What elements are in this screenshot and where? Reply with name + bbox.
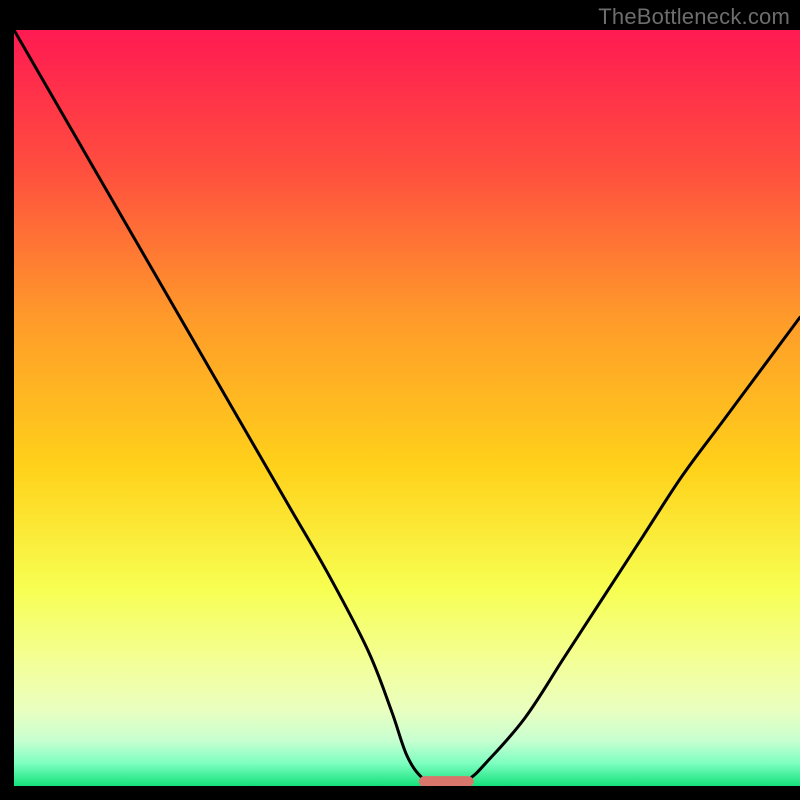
- optimal-range-marker: [419, 776, 474, 786]
- chart-container: TheBottleneck.com: [0, 0, 800, 800]
- bottleneck-chart: [14, 30, 800, 786]
- watermark-text: TheBottleneck.com: [598, 4, 790, 30]
- gradient-background: [14, 30, 800, 786]
- plot-area: [14, 30, 800, 786]
